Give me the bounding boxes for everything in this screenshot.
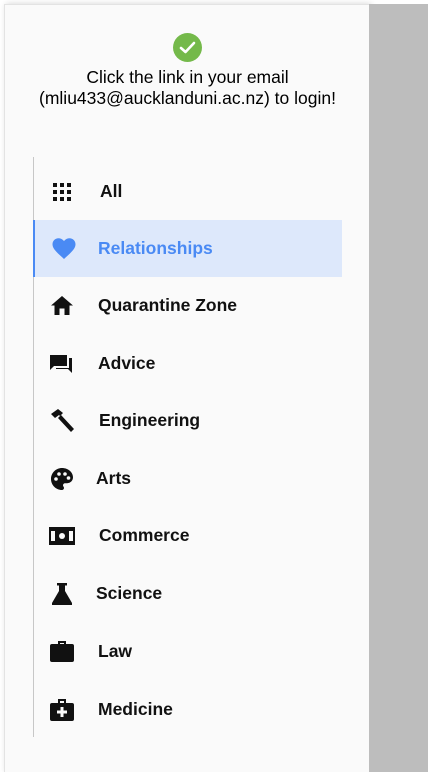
hammer-icon: [49, 408, 75, 434]
menu-item-science[interactable]: Science: [34, 565, 341, 622]
menu-item-arts[interactable]: Arts: [34, 450, 341, 507]
menu-item-label: Relationships: [98, 238, 213, 258]
palette-icon: [49, 466, 75, 492]
menu-item-label: Law: [98, 641, 133, 661]
medical-bag-icon: [49, 697, 75, 723]
app-root: Click the link in your email (mliu433@au…: [0, 0, 428, 772]
navigation-drawer: Click the link in your email (mliu433@au…: [4, 4, 369, 772]
check-circle-icon: [173, 33, 202, 62]
menu-item-advice[interactable]: Advice: [34, 335, 341, 392]
flask-icon: [49, 581, 75, 607]
login-notice-text: Click the link in your email (mliu433@au…: [39, 67, 336, 108]
menu-item-law[interactable]: Law: [34, 623, 341, 680]
heart-icon: [51, 236, 77, 262]
menu-item-label: Medicine: [98, 699, 173, 719]
drawer-scrim-overlay[interactable]: [369, 4, 428, 772]
menu-item-engineering[interactable]: Engineering: [34, 392, 341, 449]
home-icon: [49, 293, 75, 319]
menu-item-medicine[interactable]: Medicine: [34, 681, 341, 738]
menu-item-label: Advice: [98, 353, 156, 373]
menu-item-label: Arts: [96, 468, 132, 488]
menu-item-relationships[interactable]: Relationships: [33, 220, 342, 277]
category-menu: All Relationships Quarantine Zone Advice…: [33, 157, 342, 737]
menu-item-label: All: [100, 181, 123, 201]
briefcase-icon: [49, 639, 75, 665]
menu-item-all[interactable]: All: [34, 163, 341, 220]
menu-item-label: Quarantine Zone: [98, 295, 238, 315]
menu-item-label: Commerce: [99, 525, 190, 545]
menu-item-label: Science: [96, 583, 163, 603]
menu-item-commerce[interactable]: Commerce: [34, 507, 341, 564]
chat-bubbles-icon: [49, 351, 75, 377]
grid-icon: [49, 179, 75, 205]
menu-item-label: Engineering: [99, 410, 201, 430]
menu-item-quarantine-zone[interactable]: Quarantine Zone: [34, 277, 341, 334]
money-icon: [49, 523, 75, 549]
login-notice: Click the link in your email (mliu433@au…: [5, 33, 370, 109]
